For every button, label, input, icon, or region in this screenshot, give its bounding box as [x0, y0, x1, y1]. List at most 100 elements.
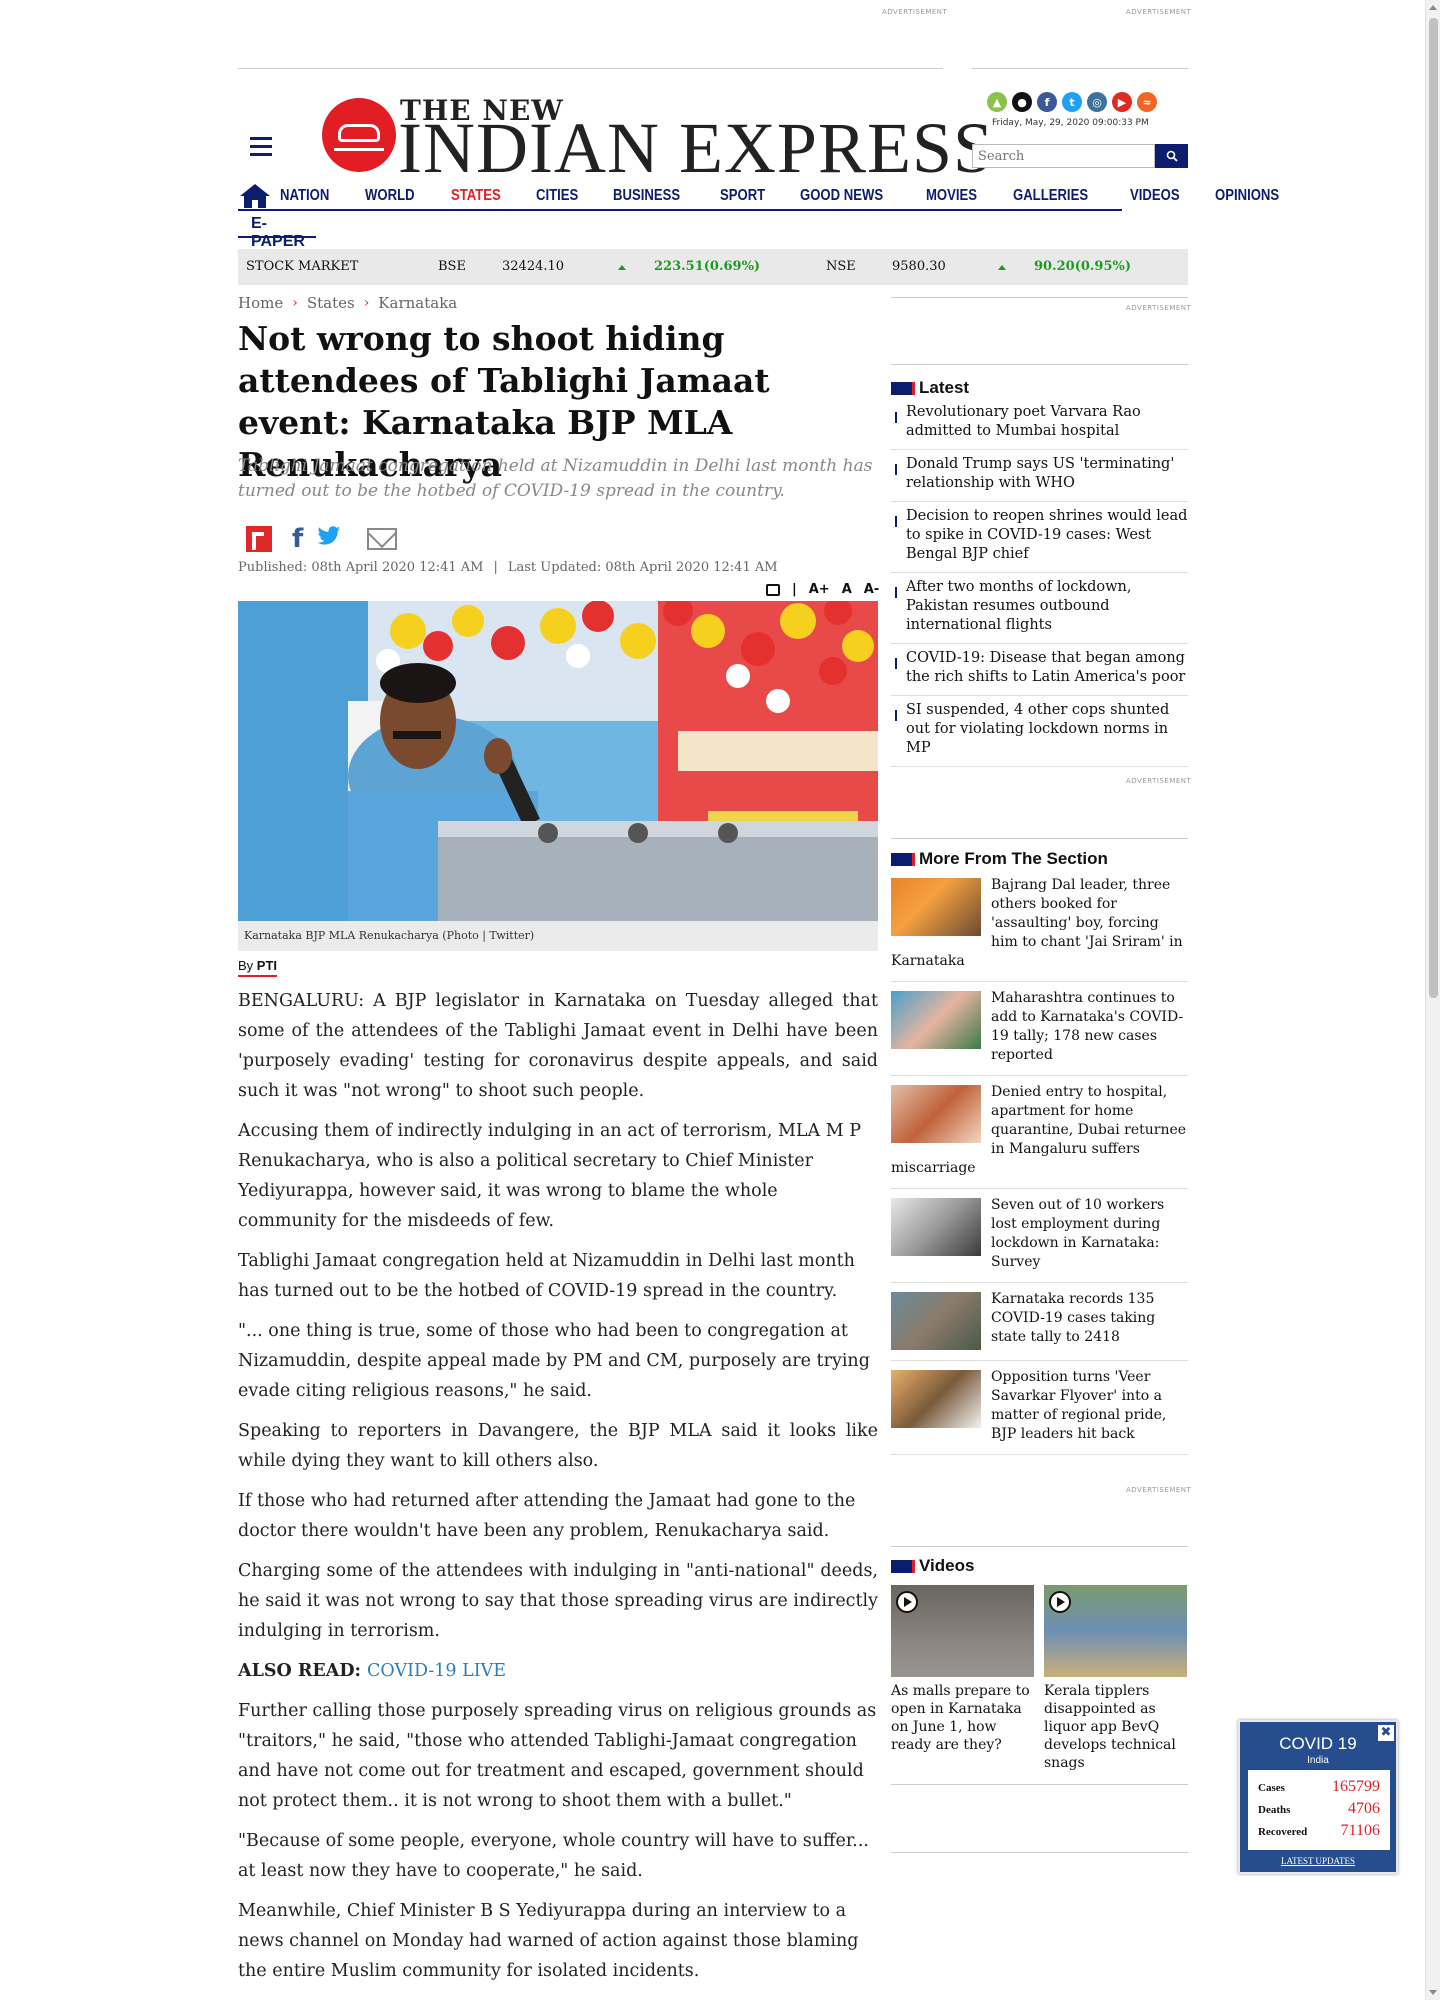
more-item[interactable]: Denied entry to hospital, apartment for … [891, 1076, 1188, 1189]
covid-row-cases: Cases 165799 [1258, 1778, 1380, 1800]
social-icons: ▲ ● f t ◎ ▶ ≈ [987, 92, 1157, 112]
photo-caption: Karnataka BJP MLA Renukacharya (Photo | … [238, 921, 878, 951]
font-decrease-button[interactable]: A- [864, 582, 879, 597]
breadcrumb-karnataka[interactable]: Karnataka [378, 294, 457, 312]
more-item[interactable]: Maharashtra continues to add to Karnatak… [891, 982, 1188, 1076]
article-paragraph: Accusing them of indirectly indulging in… [238, 1121, 861, 1231]
nav-item-world[interactable]: WORLD [365, 187, 415, 205]
video-thumbnail [1044, 1585, 1187, 1677]
facebook-share-icon[interactable]: f [292, 524, 303, 554]
nav-item-cities[interactable]: CITIES [536, 187, 578, 205]
ad-label-sidebar-2: ADVERTISEMENT [1126, 777, 1192, 785]
nav-item-good-news[interactable]: GOOD NEWS [800, 187, 883, 205]
latest-item[interactable]: COVID-19: Disease that began among the r… [891, 644, 1188, 696]
logo-line2: INDIAN EXPRESS [398, 108, 995, 188]
chevron-right-icon: › [292, 295, 298, 311]
play-icon [896, 1591, 918, 1613]
more-item[interactable]: Bajrang Dal leader, three others booked … [891, 869, 1188, 982]
nav-item-videos[interactable]: VIDEOS [1130, 187, 1180, 205]
breadcrumb-home[interactable]: Home [238, 294, 283, 312]
byline-author[interactable]: PTI [257, 958, 277, 973]
also-read-label: ALSO READ: [238, 1661, 361, 1681]
play-icon [1049, 1591, 1071, 1613]
latest-item[interactable]: Revolutionary poet Varvara Rao admitted … [891, 398, 1188, 450]
nav-item-galleries[interactable]: GALLERIES [1013, 187, 1088, 205]
site-logo[interactable]: THE NEW INDIAN EXPRESS [322, 94, 993, 184]
twitter-share-icon[interactable] [317, 526, 341, 552]
ad-label-top-left: ADVERTISEMENT [882, 8, 948, 16]
covid-widget: COVID 19 India ✖ Cases 165799 Deaths 4706 … [1238, 1720, 1398, 1874]
apple-icon[interactable]: ● [1012, 92, 1032, 112]
latest-updates-link[interactable]: LATEST UPDATES [1240, 1856, 1396, 1866]
nse-up-arrow-icon [998, 265, 1006, 270]
facebook-icon[interactable]: f [1037, 92, 1057, 112]
nav-item-nation[interactable]: NATION [280, 187, 329, 205]
nav-item-states[interactable]: STATES [451, 187, 501, 205]
video-item[interactable]: Kerala tipplers disappointed as liquor a… [1044, 1585, 1187, 1772]
latest-title: Latest [919, 378, 970, 397]
deaths-label: Deaths [1258, 1804, 1291, 1816]
recovered-label: Recovered [1258, 1826, 1308, 1838]
latest-item[interactable]: Decision to reopen shrines would lead to… [891, 502, 1188, 573]
breadcrumb-states[interactable]: States [307, 294, 355, 312]
font-increase-button[interactable]: A+ [809, 582, 830, 597]
youtube-icon[interactable]: ▶ [1112, 92, 1132, 112]
search-input[interactable] [972, 144, 1155, 168]
videos-list: As malls prepare to open in Karnataka on… [891, 1585, 1188, 1772]
more-item[interactable]: Seven out of 10 workers lost employment … [891, 1189, 1188, 1283]
instagram-icon[interactable]: ◎ [1087, 92, 1107, 112]
menu-button[interactable] [250, 137, 272, 157]
article-paragraph: "Because of some people, everyone, whole… [238, 1831, 869, 1881]
cases-label: Cases [1258, 1782, 1285, 1794]
nse-label: NSE [826, 259, 856, 274]
home-icon[interactable] [238, 183, 272, 209]
email-share-icon[interactable] [367, 528, 398, 550]
nav-item-business[interactable]: BUSINESS [613, 187, 680, 205]
also-read-link[interactable]: COVID-19 LIVE [367, 1661, 506, 1681]
search-button[interactable] [1155, 144, 1188, 168]
latest-item[interactable]: After two months of lockdown, Pakistan r… [891, 573, 1188, 644]
print-icon[interactable] [766, 583, 780, 596]
android-icon[interactable]: ▲ [987, 92, 1007, 112]
logo-emblem-shape [338, 124, 380, 142]
nav-item-epaper[interactable]: E-PAPER [238, 212, 316, 250]
more-item[interactable]: Opposition turns 'Veer Savarkar Flyover'… [891, 1361, 1188, 1455]
publish-info: Published: 08th April 2020 12:41 AM | Last… [238, 560, 778, 575]
logo-emblem-line [334, 148, 384, 151]
rss-icon[interactable]: ≈ [1137, 92, 1157, 112]
published-date: Published: 08th April 2020 12:41 AM [238, 560, 484, 575]
covid-title: COVID 19 [1279, 1734, 1357, 1753]
latest-item[interactable]: SI suspended, 4 other cops shunted out f… [891, 696, 1188, 767]
bse-change: 223.51(0.69%) [654, 259, 761, 274]
sidebar-divider [891, 1852, 1188, 1853]
sidebar-divider [891, 364, 1188, 365]
page-scrollbar[interactable] [1425, 0, 1440, 2000]
latest-section: Latest Revolutionary poet Varvara Rao ad… [891, 378, 1188, 767]
nav-item-movies[interactable]: MOVIES [926, 187, 977, 205]
close-icon[interactable]: ✖ [1378, 1725, 1394, 1741]
more-section: More From The Section Bajrang Dal leader… [891, 849, 1188, 1455]
flipboard-icon[interactable] [246, 526, 272, 552]
font-reset-button[interactable]: A [842, 582, 852, 597]
covid-stats: Cases 165799 Deaths 4706 Recovered 71106 [1248, 1770, 1390, 1850]
twitter-icon[interactable]: t [1062, 92, 1082, 112]
scroll-down-icon[interactable] [1429, 1990, 1437, 1995]
menu-bar [250, 137, 272, 140]
breadcrumb: Home › States › Karnataka [238, 294, 457, 312]
nav-item-opinions[interactable]: OPINIONS [1215, 187, 1279, 205]
tools-separator: | [792, 582, 797, 597]
more-item-thumbnail [891, 991, 981, 1049]
section-flag-icon [891, 1559, 915, 1573]
videos-heading: Videos [891, 1556, 1188, 1576]
publish-separator: | [493, 560, 498, 575]
more-item[interactable]: Karnataka records 135 COVID-19 cases tak… [891, 1283, 1188, 1361]
stock-label: STOCK MARKET [246, 259, 359, 274]
nse-value: 9580.30 [892, 259, 946, 274]
scrollbar-thumb[interactable] [1429, 18, 1438, 998]
nse-change: 90.20(0.95%) [1034, 259, 1132, 274]
video-item[interactable]: As malls prepare to open in Karnataka on… [891, 1585, 1034, 1772]
scroll-up-icon[interactable] [1429, 5, 1437, 10]
menu-bar [250, 145, 272, 148]
nav-item-sport[interactable]: SPORT [720, 187, 765, 205]
latest-item[interactable]: Donald Trump says US 'terminating' relat… [891, 450, 1188, 502]
